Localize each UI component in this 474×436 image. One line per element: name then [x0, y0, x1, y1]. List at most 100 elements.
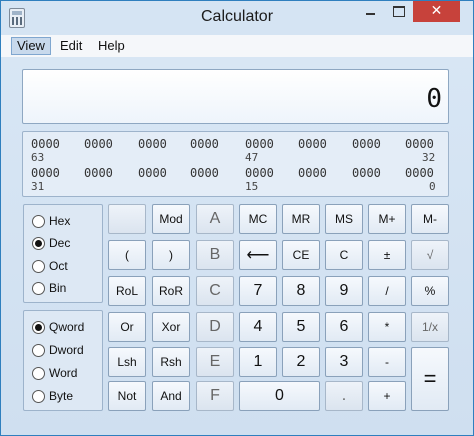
- display-value: 0: [426, 84, 442, 114]
- clear-button[interactable]: C: [325, 240, 363, 270]
- digit-0-button[interactable]: 0: [239, 381, 320, 411]
- hex-f-button[interactable]: F: [196, 381, 234, 411]
- bit-group[interactable]: 0000: [245, 166, 274, 180]
- radio-button-icon[interactable]: [32, 281, 45, 295]
- memory-clear-button[interactable]: MC: [239, 204, 277, 234]
- and-button[interactable]: And: [152, 381, 190, 411]
- not-button[interactable]: Not: [108, 381, 146, 411]
- bit-group[interactable]: 0000: [138, 166, 167, 180]
- radio-label: Byte: [49, 389, 74, 403]
- bit-group[interactable]: 0000: [405, 166, 434, 180]
- bit-position-label: 32: [422, 151, 436, 164]
- maximize-button[interactable]: [385, 1, 411, 22]
- memory-add-button[interactable]: M+: [368, 204, 406, 234]
- number-base-group: Hex Dec Oct Bin: [23, 204, 103, 303]
- hex-e-button[interactable]: E: [196, 347, 234, 377]
- radio-byte[interactable]: Byte: [32, 386, 73, 406]
- bit-group[interactable]: 0000: [84, 137, 113, 151]
- bit-group[interactable]: 0000: [405, 137, 434, 151]
- radio-label: Hex: [49, 214, 71, 228]
- digit-9-button[interactable]: 9: [325, 276, 363, 306]
- radio-bin[interactable]: Bin: [32, 278, 66, 298]
- divide-button[interactable]: /: [368, 276, 406, 306]
- title-bar[interactable]: Calculator ✕: [1, 1, 473, 35]
- radio-button-selected-icon[interactable]: [32, 236, 45, 250]
- memory-store-button[interactable]: MS: [325, 204, 363, 234]
- digit-8-button[interactable]: 8: [282, 276, 320, 306]
- bit-group[interactable]: 0000: [298, 137, 327, 151]
- reciprocal-button[interactable]: 1/x: [411, 312, 449, 342]
- bit-group[interactable]: 0000: [352, 166, 381, 180]
- bit-display: 0000 0000 0000 0000 0000 0000 0000 0000 …: [22, 131, 449, 197]
- radio-label: Qword: [49, 320, 85, 334]
- bit-group[interactable]: 0000: [190, 137, 219, 151]
- digit-3-button[interactable]: 3: [325, 347, 363, 377]
- radio-label: Dec: [49, 236, 71, 250]
- hex-a-button[interactable]: A: [196, 204, 234, 234]
- rotate-left-button[interactable]: RoL: [108, 276, 146, 306]
- decimal-point-button[interactable]: .: [325, 381, 363, 411]
- radio-oct[interactable]: Oct: [32, 256, 68, 276]
- xor-button[interactable]: Xor: [152, 312, 190, 342]
- digit-7-button[interactable]: 7: [239, 276, 277, 306]
- close-paren-button[interactable]: ): [152, 240, 190, 270]
- menu-edit[interactable]: Edit: [55, 37, 87, 55]
- digit-1-button[interactable]: 1: [239, 347, 277, 377]
- rotate-right-button[interactable]: RoR: [152, 276, 190, 306]
- add-button[interactable]: +: [368, 381, 406, 411]
- blank-key: [108, 204, 146, 234]
- hex-b-button[interactable]: B: [196, 240, 234, 270]
- multiply-button[interactable]: *: [368, 312, 406, 342]
- digit-4-button[interactable]: 4: [239, 312, 277, 342]
- menu-bar: View Edit Help: [1, 35, 473, 57]
- bit-group[interactable]: 0000: [245, 137, 274, 151]
- radio-button-icon[interactable]: [32, 389, 45, 403]
- radio-qword[interactable]: Qword: [32, 317, 84, 337]
- mod-button[interactable]: Mod: [152, 204, 190, 234]
- subtract-button[interactable]: -: [368, 347, 406, 377]
- digit-5-button[interactable]: 5: [282, 312, 320, 342]
- menu-help[interactable]: Help: [93, 37, 130, 55]
- backspace-button[interactable]: ⟵: [239, 240, 277, 270]
- close-button[interactable]: ✕: [413, 1, 460, 22]
- radio-dec[interactable]: Dec: [32, 233, 70, 253]
- digit-6-button[interactable]: 6: [325, 312, 363, 342]
- clear-entry-button[interactable]: CE: [282, 240, 320, 270]
- square-root-button[interactable]: √: [411, 240, 449, 270]
- minimize-button[interactable]: [357, 1, 383, 22]
- bit-position-label: 63: [31, 151, 45, 164]
- percent-button[interactable]: %: [411, 276, 449, 306]
- result-display: 0: [22, 69, 449, 124]
- right-shift-button[interactable]: Rsh: [152, 347, 190, 377]
- equals-button[interactable]: =: [411, 347, 449, 411]
- radio-button-icon[interactable]: [32, 343, 45, 357]
- radio-button-icon[interactable]: [32, 259, 45, 273]
- radio-hex[interactable]: Hex: [32, 211, 70, 231]
- radio-label: Word: [49, 366, 78, 380]
- radio-label: Bin: [49, 281, 67, 295]
- open-paren-button[interactable]: (: [108, 240, 146, 270]
- bit-group[interactable]: 0000: [138, 137, 167, 151]
- bit-group[interactable]: 0000: [31, 166, 60, 180]
- radio-button-selected-icon[interactable]: [32, 320, 45, 334]
- left-shift-button[interactable]: Lsh: [108, 347, 146, 377]
- word-size-group: Qword Dword Word Byte: [23, 310, 103, 411]
- hex-d-button[interactable]: D: [196, 312, 234, 342]
- menu-view[interactable]: View: [11, 37, 51, 55]
- radio-word[interactable]: Word: [32, 363, 77, 383]
- bit-position-label: 31: [31, 180, 45, 193]
- bit-group[interactable]: 0000: [352, 137, 381, 151]
- memory-recall-button[interactable]: MR: [282, 204, 320, 234]
- bit-group[interactable]: 0000: [31, 137, 60, 151]
- radio-button-icon[interactable]: [32, 366, 45, 380]
- radio-dword[interactable]: Dword: [32, 340, 84, 360]
- bit-group[interactable]: 0000: [298, 166, 327, 180]
- or-button[interactable]: Or: [108, 312, 146, 342]
- radio-button-icon[interactable]: [32, 214, 45, 228]
- digit-2-button[interactable]: 2: [282, 347, 320, 377]
- negate-button[interactable]: ±: [368, 240, 406, 270]
- memory-subtract-button[interactable]: M-: [411, 204, 449, 234]
- hex-c-button[interactable]: C: [196, 276, 234, 306]
- bit-group[interactable]: 0000: [84, 166, 113, 180]
- bit-group[interactable]: 0000: [190, 166, 219, 180]
